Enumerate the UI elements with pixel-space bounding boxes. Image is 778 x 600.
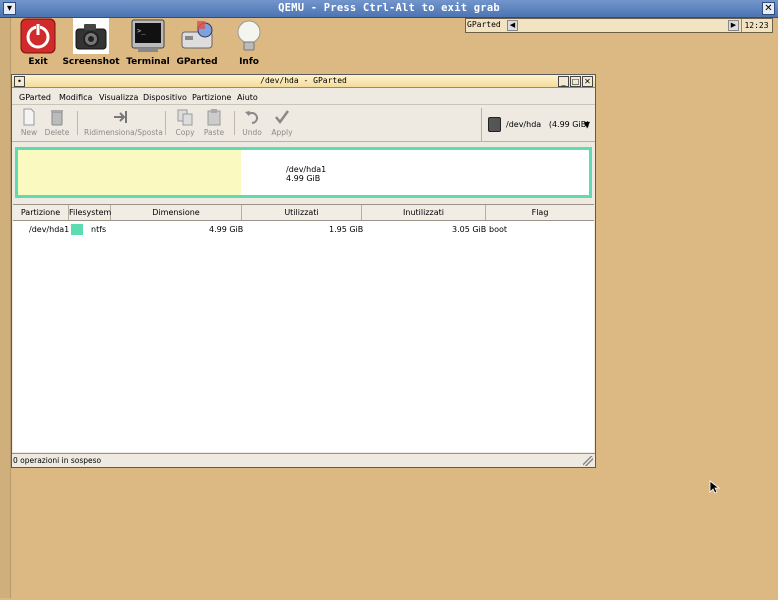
minimize-icon[interactable]: _	[558, 76, 569, 87]
column-header-size[interactable]: Dimensione	[111, 205, 242, 221]
menu-modifica[interactable]: Modifica	[59, 93, 92, 102]
launcher-label: Screenshot	[62, 57, 120, 67]
paste-button[interactable]: Paste	[201, 108, 227, 137]
clock: 12:23	[741, 19, 771, 32]
toolbar-label: Apply	[271, 128, 293, 137]
device-name: /dev/hda (4.99 GiB)	[506, 120, 590, 129]
mouse-pointer-icon	[709, 480, 721, 494]
statusbar: 0 operazioni in sospeso	[12, 453, 595, 467]
checkmark-icon	[273, 108, 291, 126]
copy-icon	[176, 108, 194, 126]
maximize-icon[interactable]: □	[570, 76, 581, 87]
toolbar-label: Ridimensiona/Sposta	[84, 128, 163, 137]
launcher-screenshot[interactable]: Screenshot	[61, 18, 121, 67]
close-icon[interactable]: ✕	[582, 76, 593, 87]
menu-aiuto[interactable]: Aiuto	[237, 93, 258, 102]
taskbar-scroll-right-icon[interactable]: ▶	[728, 20, 739, 31]
resize-grip-icon[interactable]	[583, 456, 593, 466]
toolbar-label: Delete	[44, 128, 70, 137]
paste-icon	[205, 108, 223, 126]
window-title: /dev/hda - GParted	[260, 76, 347, 85]
resize-move-button[interactable]: Ridimensiona/Sposta	[84, 108, 163, 137]
undo-button[interactable]: Undo	[240, 108, 264, 137]
qemu-titlebar: ▾ QEMU - Press Ctrl-Alt to exit grab ✕	[0, 0, 778, 18]
device-selector[interactable]: /dev/hda (4.99 GiB) ▼	[481, 108, 594, 141]
launcher-exit[interactable]: Exit	[8, 18, 68, 67]
cell-size: 4.99 GiB	[209, 225, 244, 234]
partition-map-name: /dev/hda1	[286, 165, 327, 174]
svg-text:>_: >_	[137, 27, 146, 35]
toolbar-label: Undo	[242, 128, 262, 137]
column-header-used[interactable]: Utilizzati	[242, 205, 362, 221]
taskbar-item-gparted[interactable]: GParted	[467, 20, 501, 29]
menubar: GParted Modifica Visualizza Dispositivo …	[12, 89, 595, 105]
gparted-icon	[179, 18, 215, 54]
toolbar-separator	[77, 111, 78, 135]
partition-table: Partizione Filesystem Dimensione Utilizz…	[13, 204, 594, 452]
toolbar-separator	[234, 111, 235, 135]
filesystem-color-swatch	[71, 224, 83, 235]
undo-icon	[243, 108, 261, 126]
toolbar-label: New	[20, 128, 38, 137]
cell-flag: boot	[489, 225, 508, 234]
terminal-icon: >_	[130, 18, 166, 54]
column-header-partition[interactable]: Partizione	[13, 205, 69, 221]
partition-map-hda1[interactable]: /dev/hda1 4.99 GiB	[15, 147, 592, 198]
toolbar-label: Paste	[203, 128, 225, 137]
lightbulb-icon	[231, 18, 267, 54]
column-header-flag[interactable]: Flag	[486, 205, 594, 221]
taskbar-panel: GParted ◀ ▶ 12:23	[465, 18, 773, 33]
cell-unused: 3.05 GiB	[452, 225, 487, 234]
column-header-filesystem[interactable]: Filesystem	[69, 205, 111, 221]
taskbar-scroll-left-icon[interactable]: ◀	[507, 20, 518, 31]
new-button[interactable]: New	[17, 108, 41, 137]
column-header-unused[interactable]: Inutilizzati	[362, 205, 486, 221]
trash-icon	[48, 108, 66, 126]
delete-button[interactable]: Delete	[44, 108, 70, 137]
launcher-label: Info	[239, 57, 259, 67]
menu-gparted[interactable]: GParted	[19, 93, 51, 102]
launcher-info[interactable]: Info	[219, 18, 279, 67]
cell-used: 1.95 GiB	[329, 225, 364, 234]
power-icon	[20, 18, 56, 54]
launcher-gparted[interactable]: GParted	[167, 18, 227, 67]
chevron-down-icon: ▼	[583, 120, 590, 129]
menu-dispositivo[interactable]: Dispositivo	[143, 93, 187, 102]
new-document-icon	[20, 108, 38, 126]
menu-visualizza[interactable]: Visualizza	[99, 93, 138, 102]
desktop-left-strip	[0, 18, 11, 598]
apply-button[interactable]: Apply	[269, 108, 295, 137]
menu-partizione[interactable]: Partizione	[192, 93, 231, 102]
harddisk-icon	[488, 117, 501, 132]
qemu-close-button[interactable]: ✕	[762, 2, 775, 15]
resize-arrow-icon	[112, 108, 130, 126]
pending-operations-text: 0 operazioni in sospeso	[13, 456, 102, 465]
partition-map-size: 4.99 GiB	[286, 174, 321, 183]
cell-filesystem: ntfs	[91, 225, 107, 234]
camera-icon	[73, 18, 109, 54]
toolbar-separator	[165, 111, 166, 135]
cell-partition: /dev/hda1	[29, 225, 70, 234]
partition-used-area	[18, 150, 241, 195]
launcher-label: GParted	[176, 57, 218, 67]
qemu-title: QEMU - Press Ctrl-Alt to exit grab	[278, 2, 500, 14]
toolbar-label: Copy	[175, 128, 195, 137]
gparted-window: • /dev/hda - GParted _ □ ✕ GParted Modif…	[11, 74, 596, 468]
launcher-label: Exit	[28, 57, 48, 67]
window-titlebar[interactable]: • /dev/hda - GParted _ □ ✕	[12, 75, 595, 88]
copy-button[interactable]: Copy	[173, 108, 197, 137]
